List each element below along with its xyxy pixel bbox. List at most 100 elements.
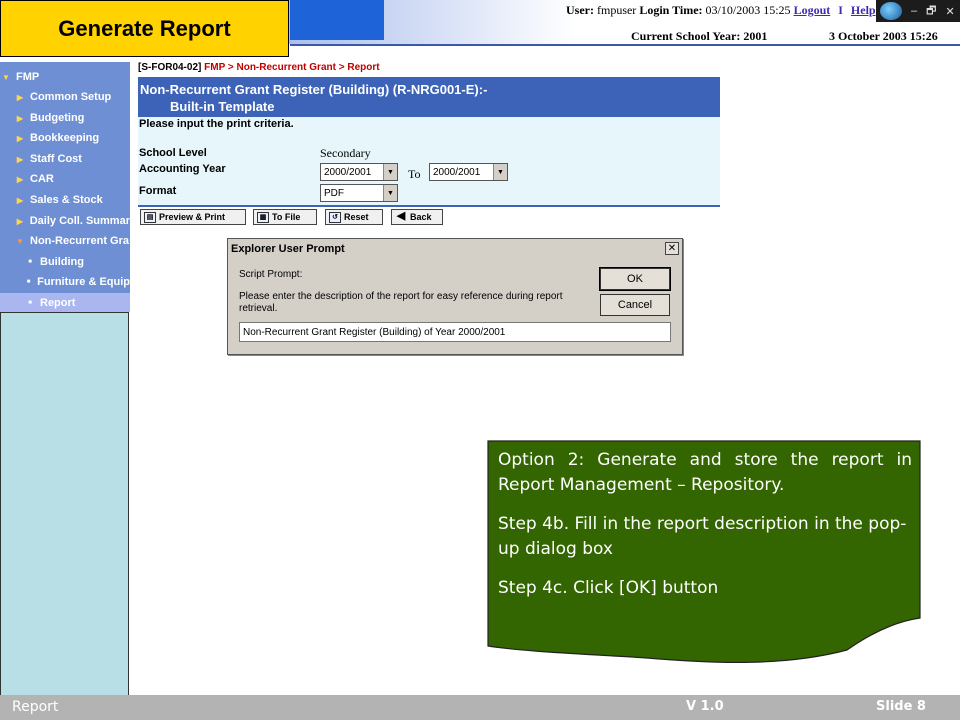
logout-link[interactable]: Logout: [794, 3, 831, 17]
school-level-value: Secondary: [320, 146, 371, 160]
sidebar-root-fmp[interactable]: ▼ FMP: [0, 67, 130, 87]
format-select[interactable]: PDF ▼: [320, 184, 398, 202]
sidebar-subitem-label: Report: [40, 297, 76, 309]
arrow-right-icon: ▶: [16, 113, 24, 123]
accounting-year-from-select[interactable]: 2000/2001 ▼: [320, 163, 398, 181]
sidebar-subitem-label: Building: [40, 256, 84, 268]
select-value: PDF: [324, 187, 344, 199]
sidebar-item-budgeting[interactable]: ▶ Budgeting: [0, 108, 130, 128]
footer-title: Report: [12, 699, 59, 715]
select-value: 2000/2001: [433, 166, 481, 178]
reset-button[interactable]: ↺ Reset: [325, 209, 383, 225]
dialog-description: Please enter the description of the repo…: [239, 291, 563, 314]
breadcrumb-report: Report: [347, 62, 380, 73]
window-controls: – 🗗 ✕: [876, 0, 960, 22]
ok-button[interactable]: OK: [599, 267, 671, 291]
sidebar: ▼ FMP ▶ Common Setup ▶ Budgeting ▶ Bookk…: [0, 62, 130, 312]
printer-icon: ▤: [144, 211, 156, 223]
slide-title: Generate Report: [0, 0, 289, 57]
arrow-right-icon: ▶: [16, 195, 24, 205]
form-instruction: Please input the print criteria.: [139, 118, 294, 130]
sidebar-subitem-report[interactable]: ■ Report: [0, 293, 130, 312]
close-icon[interactable]: ✕: [945, 5, 954, 18]
select-value: 2000/2001: [324, 166, 372, 178]
footer-version: V 1.0: [686, 699, 724, 714]
file-icon: ▦: [257, 211, 269, 223]
arrow-right-icon: ▶: [16, 133, 24, 143]
bullet-icon: ■: [28, 300, 32, 306]
sidebar-subitem-label: Furniture & Equip: [37, 276, 130, 288]
callout-step-4c: Step 4c. Click [OK] button: [498, 578, 719, 598]
script-prompt-label: Script Prompt:: [239, 269, 303, 280]
minimize-icon[interactable]: –: [911, 5, 917, 17]
restore-icon[interactable]: 🗗: [926, 2, 936, 21]
sidebar-subitem-building[interactable]: ■ Building: [0, 252, 130, 272]
sidebar-item-bookkeeping[interactable]: ▶ Bookkeeping: [0, 128, 130, 148]
callout-step-4b: Step 4b. Fill in the report description …: [498, 514, 907, 559]
chevron-down-icon: ▼: [2, 72, 10, 82]
user-label: User:: [566, 3, 594, 17]
sidebar-item-label: Budgeting: [30, 112, 85, 124]
form-body: [138, 117, 720, 205]
sidebar-item-car[interactable]: ▶ CAR: [0, 169, 130, 189]
breadcrumb-fmp[interactable]: FMP: [204, 62, 225, 73]
sidebar-item-staff-cost[interactable]: ▶ Staff Cost: [0, 149, 130, 169]
form-title: Non-Recurrent Grant Register (Building) …: [140, 82, 488, 97]
footer-slide-number: Slide 8: [876, 699, 926, 714]
globe-icon: [880, 2, 902, 20]
bullet-icon: ■: [28, 259, 32, 265]
button-label: Reset: [344, 212, 369, 222]
callout-text: Option 2: Generate and store the report …: [498, 448, 912, 606]
login-time-label: Login Time:: [639, 3, 703, 17]
sidebar-item-sales-stock[interactable]: ▶ Sales & Stock: [0, 190, 130, 210]
sidebar-item-label: Common Setup: [30, 91, 112, 103]
form-divider: [138, 205, 720, 207]
link-separator: I: [838, 3, 843, 17]
accounting-year-to-select[interactable]: 2000/2001 ▼: [429, 163, 508, 181]
bullet-icon: ■: [26, 279, 31, 285]
sidebar-item-daily-coll-summary[interactable]: ▶ Daily Coll. Summar: [0, 211, 130, 231]
arrow-right-icon: ▶: [16, 216, 23, 226]
breadcrumb-separator: >: [338, 62, 345, 73]
chevron-down-icon: ▼: [383, 164, 397, 180]
breadcrumb-non-recurrent-grant[interactable]: Non-Recurrent Grant: [236, 62, 335, 73]
sidebar-item-label: Non-Recurrent Gra: [30, 235, 130, 247]
report-description-input[interactable]: [239, 322, 671, 342]
breadcrumb: [S-FOR04-02] FMP > Non-Recurrent Grant >…: [138, 62, 380, 73]
app-logo: [290, 0, 384, 40]
school-level-label: School Level: [139, 147, 207, 159]
close-icon[interactable]: ✕: [665, 242, 679, 255]
current-school-year: Current School Year: 2001: [631, 29, 768, 43]
sidebar-item-label: Staff Cost: [30, 153, 82, 165]
arrow-right-icon: ▶: [16, 92, 24, 102]
breadcrumb-code: [S-FOR04-02]: [138, 62, 202, 73]
form-header: Non-Recurrent Grant Register (Building) …: [138, 77, 720, 117]
instruction-callout: Option 2: Generate and store the report …: [487, 440, 921, 665]
sidebar-item-label: Bookkeeping: [30, 132, 100, 144]
current-date: 3 October 2003 15:26: [829, 29, 938, 43]
back-button[interactable]: ◀ Back: [391, 209, 443, 225]
help-link[interactable]: Help: [851, 3, 876, 17]
arrow-right-icon: ▶: [16, 174, 24, 184]
to-file-button[interactable]: ▦ To File: [253, 209, 317, 225]
sidebar-item-label: CAR: [30, 173, 54, 185]
button-label: Preview & Print: [159, 212, 226, 222]
callout-option-text: Option 2: Generate and store the report …: [498, 450, 912, 495]
reset-icon: ↺: [329, 211, 341, 223]
back-arrow-icon: ◀: [396, 209, 406, 222]
sidebar-item-common-setup[interactable]: ▶ Common Setup: [0, 87, 130, 107]
button-label: To File: [272, 212, 301, 222]
form-subtitle: Built-in Template: [170, 99, 275, 114]
preview-print-button[interactable]: ▤ Preview & Print: [140, 209, 246, 225]
sidebar-item-label: Sales & Stock: [30, 194, 103, 206]
breadcrumb-separator: >: [227, 62, 234, 73]
login-time-value: 03/10/2003 15:25: [705, 3, 791, 17]
slide-footer: Report V 1.0 Slide 8: [0, 695, 960, 720]
sidebar-subitem-furniture-equipment[interactable]: ■ Furniture & Equip: [0, 272, 130, 292]
chevron-down-icon: ▼: [493, 164, 507, 180]
cancel-button[interactable]: Cancel: [600, 294, 670, 316]
sidebar-item-non-recurrent-grant[interactable]: ▼ Non-Recurrent Gra: [0, 231, 130, 251]
to-label: To: [408, 167, 421, 181]
sidebar-empty-panel: [0, 312, 129, 697]
dialog-title: Explorer User Prompt: [230, 241, 680, 257]
